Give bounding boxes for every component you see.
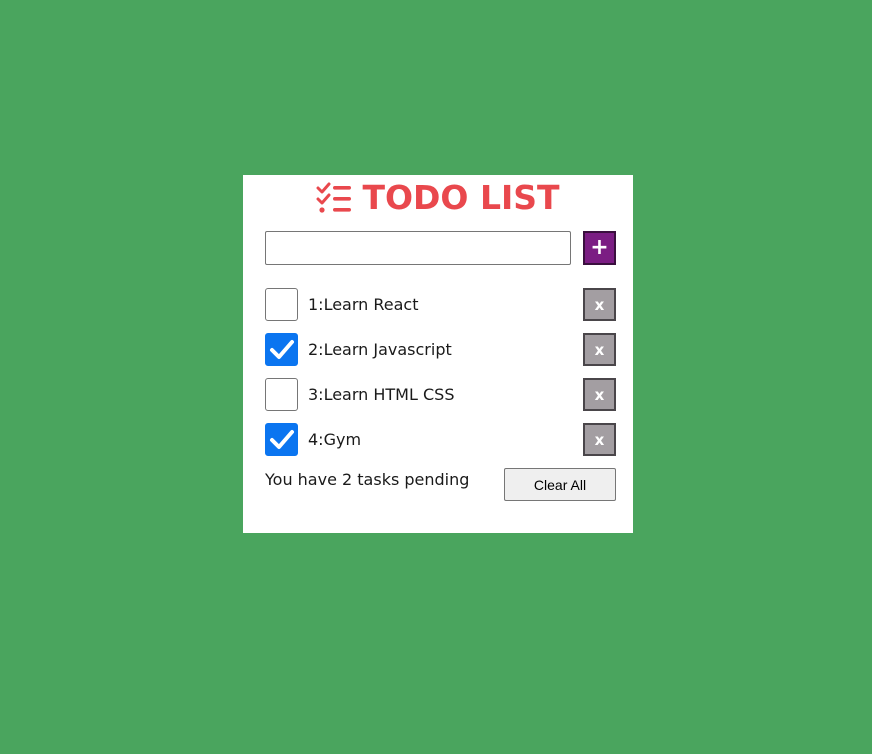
close-icon: x (594, 295, 605, 314)
task-item: 4:Gym x (265, 423, 616, 457)
task-label: 1:Learn React (308, 295, 419, 314)
task-label: 2:Learn Javascript (308, 340, 452, 359)
checkmark-icon (270, 340, 294, 359)
task-checkbox[interactable] (265, 333, 298, 366)
close-icon: x (594, 430, 605, 449)
delete-task-button[interactable]: x (583, 423, 616, 456)
pending-count-text: You have 2 tasks pending (265, 470, 470, 489)
task-checkbox[interactable] (265, 378, 298, 411)
task-label: 3:Learn HTML CSS (308, 385, 455, 404)
checkmark-icon (270, 430, 294, 449)
task-checkbox[interactable] (265, 288, 298, 321)
delete-task-button[interactable]: x (583, 378, 616, 411)
close-icon: x (594, 340, 605, 359)
close-icon: x (594, 385, 605, 404)
delete-task-button[interactable]: x (583, 288, 616, 321)
plus-icon: + (590, 235, 609, 260)
list-check-icon (316, 182, 362, 214)
app-header: TODO LIST (243, 178, 633, 218)
add-task-button[interactable]: + (583, 231, 616, 265)
task-item: 3:Learn HTML CSS x (265, 378, 616, 412)
delete-task-button[interactable]: x (583, 333, 616, 366)
clear-all-button[interactable]: Clear All (504, 468, 616, 501)
task-checkbox[interactable] (265, 423, 298, 456)
page-title: TODO LIST (362, 178, 560, 217)
task-item: 1:Learn React x (265, 288, 616, 322)
task-input[interactable] (265, 231, 571, 265)
todo-card: TODO LIST + 1:Learn React x 2:Learn Java… (243, 175, 633, 533)
task-item: 2:Learn Javascript x (265, 333, 616, 367)
task-label: 4:Gym (308, 430, 362, 449)
